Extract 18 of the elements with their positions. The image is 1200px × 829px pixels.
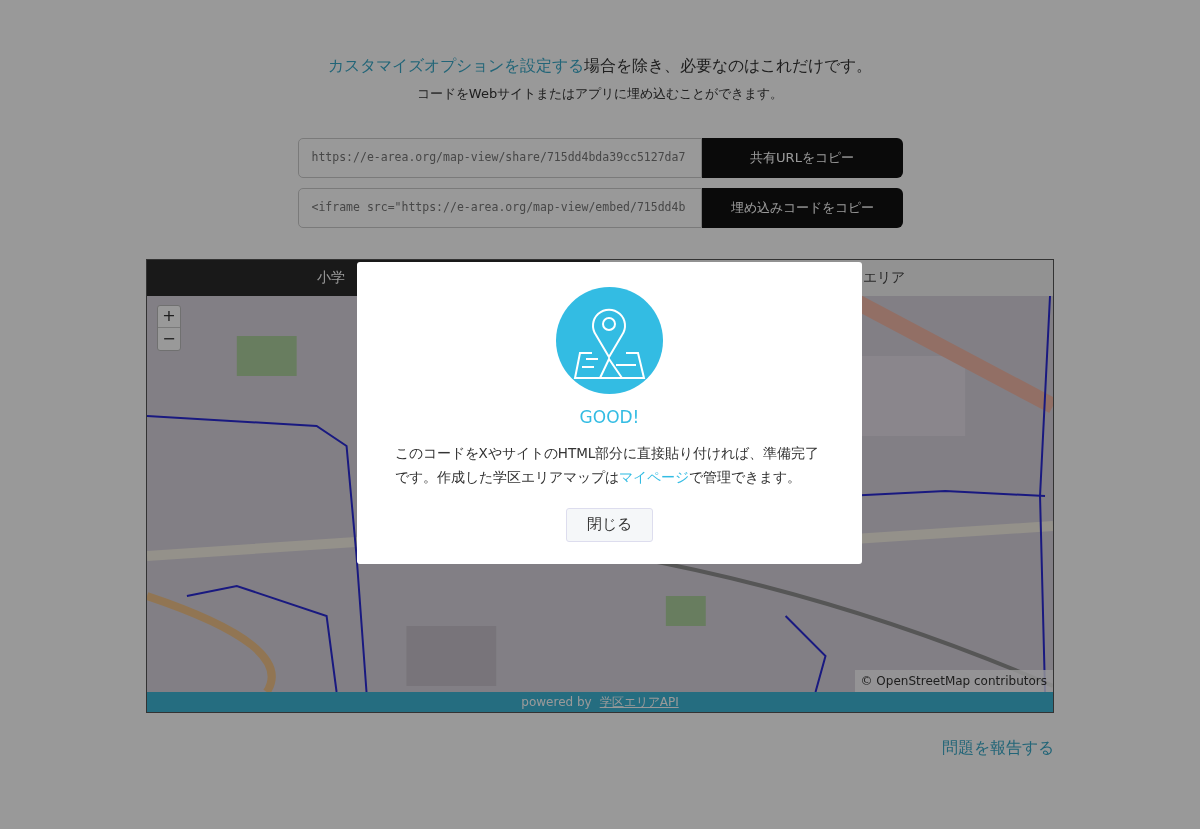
copy-button[interactable]: 埋め込みコードをコピー bbox=[701, 187, 903, 228]
zoom-in-button[interactable]: + bbox=[158, 305, 180, 328]
code-field[interactable]: <iframe src="https://e-area.org/map-view/embed/715dd4b bbox=[297, 187, 702, 228]
close-button[interactable]: 閉じる bbox=[566, 507, 653, 542]
map-pin-icon bbox=[556, 287, 663, 394]
zoom-out-button[interactable]: − bbox=[158, 327, 180, 350]
api-link[interactable]: 学区エリアAPI bbox=[599, 692, 679, 711]
dialog-title: GOOD! bbox=[579, 406, 640, 429]
report-link[interactable]: 問題を報告する bbox=[942, 735, 1054, 760]
intro-text: カスタマイズオプションを設定する場合を除き、必要なのはこれだけです。 bbox=[328, 55, 872, 77]
code-field[interactable]: https://e-area.org/map-view/share/715dd4bda39cc5127da7 bbox=[297, 137, 702, 178]
my-page-link[interactable]: マイページ bbox=[618, 468, 689, 485]
copy-button[interactable]: 共有URLをコピー bbox=[701, 137, 903, 178]
customize-link[interactable]: カスタマイズオプションを設定する bbox=[328, 56, 584, 75]
map-attribution: © OpenStreetMap contributors bbox=[854, 669, 1053, 692]
powered-by-text: powered by bbox=[521, 693, 592, 711]
subtitle: コードをWebサイトまたはアプリに埋め込むことができます。 bbox=[416, 85, 784, 103]
dialog-message: このコードをXやサイトのHTML部分に直接貼り付ければ、準備完了です。作成した学区エリアマップはマイページで管理できます。 bbox=[394, 443, 821, 487]
